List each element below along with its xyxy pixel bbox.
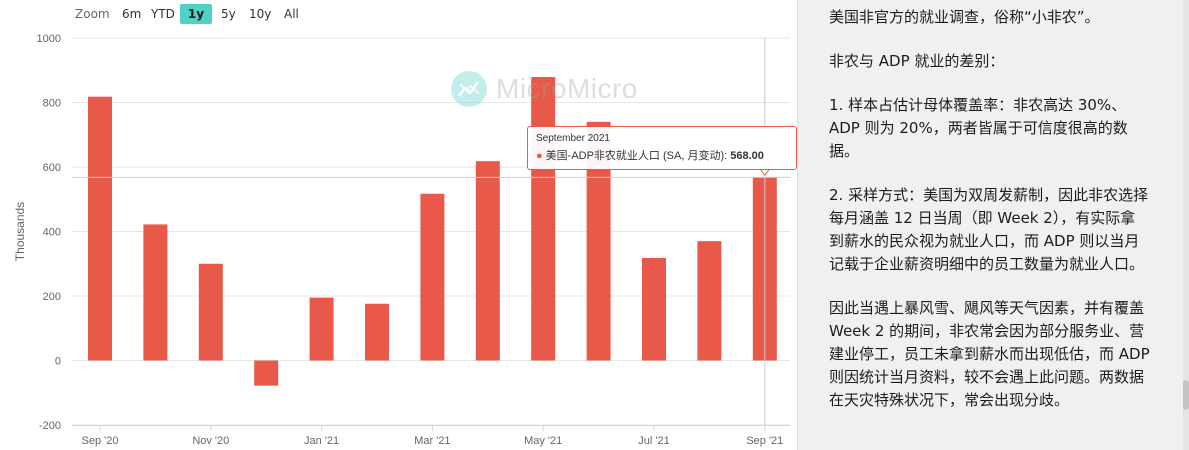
zoom-bar: Zoom 6m YTD 1y 5y 10y All [0, 3, 400, 25]
chart-panel: -200 0 200 400 600 800 1000 Thousands Sep '20 Nov… [0, 0, 797, 450]
description-line: 非农与 ADP 就业的差别： [829, 52, 1005, 70]
x-tick-label: Jan '21 [304, 435, 339, 447]
x-tick-label: Sep '21 [746, 435, 783, 447]
description-panel: 美国非官方的就业调查，俗称“小非农”。 非农与 ADP 就业的差别： 1. 样本占估… [797, 0, 1189, 450]
series-dot-icon: ● [536, 150, 543, 162]
y-axis-title: Thousands [13, 202, 27, 261]
description-line: 则因统计当月资料，较不会遇上此问题。两数据 [829, 368, 1145, 386]
y-tick-label: 0 [55, 356, 61, 368]
y-tick-label: 200 [43, 291, 61, 303]
bar [254, 360, 279, 386]
watermark-text: MicroMicro [496, 73, 638, 104]
description-line: 建业停工，员工未拿到薪水而出现低估，而 ADP [829, 345, 1150, 363]
y-tick-label: 400 [43, 227, 61, 239]
description-line: 2. 采样方式：美国为双周发薪制，因此非农选择 [829, 186, 1149, 204]
x-tick-label: Nov '20 [192, 435, 229, 447]
y-tick-label: -200 [39, 420, 61, 432]
description-line: 美国非官方的就业调查，俗称“小非农”。 [829, 8, 1100, 26]
zoom-5y-button[interactable]: 5y [217, 4, 240, 24]
x-tick-label: Sep '20 [82, 435, 119, 447]
bar [420, 193, 445, 361]
bar [475, 161, 500, 361]
y-tick-label: 600 [43, 162, 61, 174]
description-paragraph: 1. 样本占估计母体覆盖率：非农高达 30%、 ADP 则为 20%，两者皆属于可… [829, 94, 1179, 163]
x-tick-label: Mar '21 [414, 435, 450, 447]
description-line: 据。 [829, 142, 860, 160]
bar [143, 224, 168, 361]
tooltip-date: September 2021 [536, 133, 610, 144]
description-line: 每月涵盖 12 日当周（即 Week 2），有实际拿 [829, 209, 1136, 227]
zoom-10y-button[interactable]: 10y [245, 4, 275, 24]
description-line: 1. 样本占估计母体覆盖率：非农高达 30%、 [829, 96, 1127, 114]
x-tick-label: Jul '21 [638, 435, 669, 447]
y-tick-label: 1000 [37, 33, 61, 45]
tooltip-row: ● 美国-ADP非农就业人口 (SA, 月变动): 568.00 [536, 147, 788, 163]
tooltip-value: 568.00 [730, 150, 764, 162]
zoom-6m-button[interactable]: 6m [118, 4, 145, 24]
chart-logo-icon [451, 71, 487, 107]
scrollbar-thumb[interactable] [1183, 380, 1189, 410]
tooltip-series-label: 美国-ADP非农就业人口 (SA, 月变动): [545, 150, 728, 162]
bar [88, 96, 112, 361]
description-paragraph: 因此当遇上暴风雪、飓风等天气因素，并有覆盖 Week 2 的期间，非农常会因为部分… [829, 297, 1179, 412]
y-tick-label: 800 [43, 98, 61, 110]
zoom-all-button[interactable]: All [280, 4, 303, 24]
description-line: Week 2 的期间，非农常会因为部分服务业、营 [829, 322, 1145, 340]
description-line: 记载于企业薪资明细中的员工数量为就业人口。 [829, 255, 1145, 273]
chart-tooltip: September 2021 ● 美国-ADP非农就业人口 (SA, 月变动): … [527, 126, 797, 170]
bar [365, 303, 389, 361]
description-line: 在天灾特殊状况下，常会出现分歧。 [829, 391, 1070, 409]
watermark: MicroMicro [450, 70, 638, 108]
bar [531, 77, 556, 361]
description-line: ADP 则为 20%，两者皆属于可信度很高的数 [829, 119, 1128, 137]
zoom-ytd-button[interactable]: YTD [147, 4, 179, 24]
description-line: 到薪水的民众视为就业人口，而 ADP 则以当月 [829, 232, 1140, 250]
description-paragraph: 2. 采样方式：美国为双周发薪制，因此非农选择 每月涵盖 12 日当周（即 Wee… [829, 184, 1179, 276]
bar [642, 257, 666, 361]
bar [198, 263, 223, 361]
zoom-label: Zoom [75, 7, 110, 21]
description-paragraph: 美国非官方的就业调查，俗称“小非农”。 [829, 6, 1179, 29]
bar-chart: -200 0 200 400 600 800 1000 Thousands Sep '20 Nov… [13, 33, 790, 447]
bar [309, 297, 334, 361]
description-line: 因此当遇上暴风雪、飓风等天气因素，并有覆盖 [829, 299, 1145, 317]
x-tick-label: May '21 [524, 435, 562, 447]
zoom-1y-button[interactable]: 1y [180, 4, 212, 24]
description-paragraph: 非农与 ADP 就业的差别： [829, 50, 1179, 73]
bar [697, 241, 722, 361]
